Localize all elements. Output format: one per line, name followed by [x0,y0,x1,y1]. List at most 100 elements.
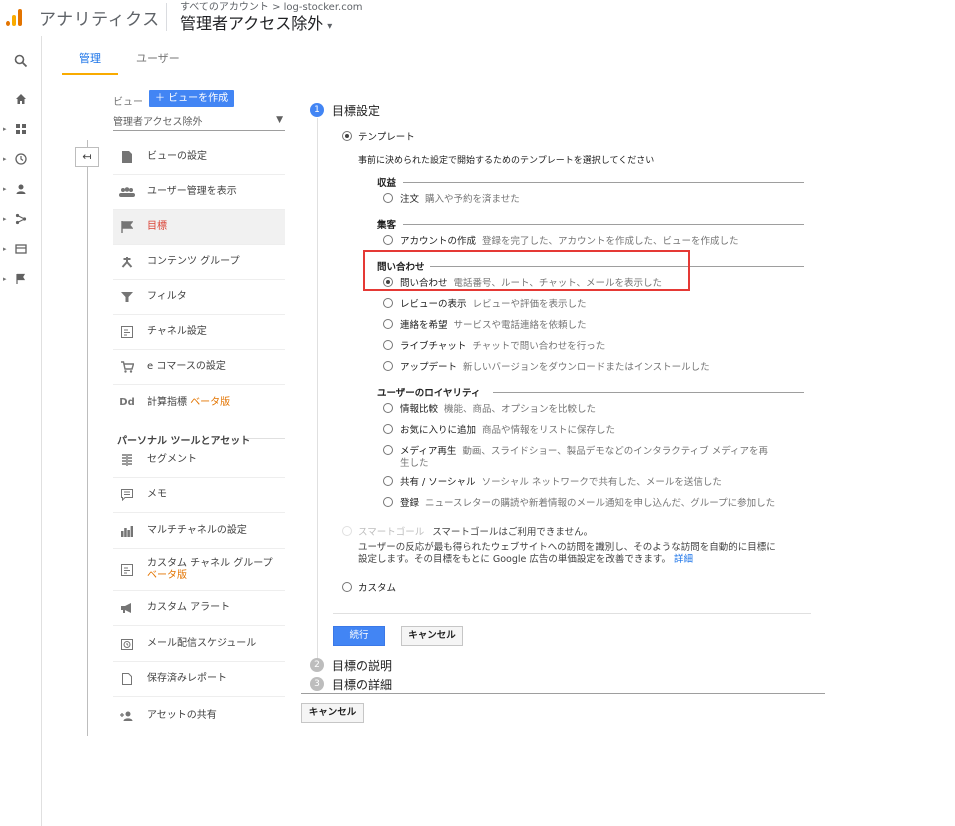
option-radio[interactable] [383,403,393,413]
option-radio[interactable] [383,476,393,486]
option-desc: 登録を完了した、アカウントを作成した、ビューを作成した [482,236,739,247]
option-radio[interactable] [383,445,393,455]
learn-more-link[interactable]: 詳細 [674,554,693,565]
menu-item-label: 計算指標 ベータ版 [147,397,230,409]
smart-goal-status: スマートゴールはご利用できません。 [432,527,594,538]
option-favorite[interactable]: お気に入りに追加 商品や情報をリストに保存した [400,422,615,436]
option-label: お気に入りに追加 [400,425,477,436]
search-icon[interactable] [0,47,42,75]
flag-icon[interactable] [0,265,42,293]
person-icon[interactable] [0,175,42,203]
add-person-icon [119,708,135,724]
menu-item-segments[interactable]: セグメント [113,443,285,478]
dd-icon: Dd [119,397,135,408]
menu-item-annotations[interactable]: メモ [113,478,285,513]
step-3-badge: 3 [310,677,324,691]
column-connector-line [87,140,88,736]
chevron-down-icon: ▾ [327,21,333,32]
menu-item-channel-settings[interactable]: チャネル設定 [113,315,285,350]
menu-item-custom-channel-group[interactable]: カスタム チャネル グループ ベータ版 [113,549,285,591]
group-loyalty-title: ユーザーのロイヤリティ [377,388,481,399]
view-selector[interactable]: 管理者アクセス除外 ▾ [180,10,332,34]
home-icon[interactable] [0,85,42,113]
option-sign-up[interactable]: 登録 ニュースレターの購読や新着情報のメール通知を申し込んだ、グループに参加した [400,495,775,509]
option-media-play[interactable]: メディア再生 動画、スライドショー、製品デモなどのインタラクティブ メディアを再 [400,443,768,457]
smart-goal-radio [342,526,352,536]
menu-item-label: ユーザー管理を表示 [147,186,237,197]
step-2-title: 目標の説明 [332,659,393,673]
menu-item-filters[interactable]: フィルタ [113,280,285,315]
option-desc: 機能、商品、オプションを比較した [444,404,597,415]
tab-admin[interactable]: 管理 [79,50,101,66]
doc-icon [119,149,135,165]
smart-goal-desc-text: 設定します。その目標をもとに Google 広告の単価設定を改善できます。 [358,554,671,565]
menu-item-label: マルチチャネルの設定 [147,525,247,536]
menu-item-scheduled-emails[interactable]: メール配信スケジュール [113,627,285,662]
menu-item-user-management[interactable]: ユーザー管理を表示 [113,175,285,210]
option-read-reviews[interactable]: レビューの表示 レビューや評価を表示した [400,296,587,310]
template-radio[interactable] [342,131,352,141]
menu-item-label: チャネル設定 [147,326,207,337]
option-radio[interactable] [383,340,393,350]
template-description: 事前に決められた設定で開始するためのテンプレートを選択してください [358,156,655,166]
cancel-button[interactable]: キャンセル [401,626,463,646]
option-radio[interactable] [383,497,393,507]
step-2-badge: 2 [310,658,324,672]
users-icon [119,184,135,200]
group-acquisition-title: 集客 [377,220,397,231]
menu-item-text: カスタム チャネル グループ [147,557,273,569]
option-update[interactable]: アップデート 新しいバージョンをダウンロードまたはインストールした [400,359,710,373]
option-order[interactable]: 注文 購入や予約を済ませた [400,191,520,205]
left-rail: ▸ ▸ ▸ ▸ ▸ ▸ [0,36,42,826]
option-compare[interactable]: 情報比較 機能、商品、オプションを比較した [400,401,596,415]
menu-item-text: 計算指標 [147,396,187,408]
channel-group-icon [119,562,135,578]
option-radio[interactable] [383,235,393,245]
menu-item-goals[interactable]: 目標 [113,210,285,245]
step-1-badge: 1 [310,103,324,117]
option-radio[interactable] [383,298,393,308]
menu-item-label: 目標 [147,221,167,232]
window-icon[interactable] [0,235,42,263]
option-radio[interactable] [383,319,393,329]
share-icon[interactable] [0,205,42,233]
menu-item-view-settings[interactable]: ビューの設定 [113,140,285,175]
filter-icon [119,289,135,305]
divider [333,613,811,614]
option-radio[interactable] [383,361,393,371]
option-desc: 商品や情報をリストに保存した [482,425,616,436]
view-select-dropdown[interactable]: 管理者アクセス除外 ▼ [113,113,285,131]
template-label: テンプレート [358,132,415,143]
smart-goal-desc-line2: 設定します。その目標をもとに Google 広告の単価設定を改善できます。 詳細 [358,551,693,565]
steps-rail [317,118,318,664]
view-column-label: ビュー [113,97,143,108]
continue-button[interactable]: 続行 [333,626,385,646]
analytics-logo-icon[interactable] [6,8,24,26]
menu-item-content-grouping[interactable]: コンテンツ グループ [113,245,285,280]
menu-item-share-assets[interactable]: アセットの共有 [113,698,285,733]
option-live-chat[interactable]: ライブチャット チャットで問い合わせを行った [400,338,605,352]
tab-user[interactable]: ユーザー [136,50,180,66]
option-label: 登録 [400,498,420,509]
menu-item-multichannel[interactable]: マルチチャネルの設定 [113,514,285,549]
menu-item-custom-alerts[interactable]: カスタム アラート [113,591,285,626]
custom-radio[interactable] [342,582,352,592]
dashboard-icon[interactable] [0,115,42,143]
menu-item-calculated-metrics[interactable]: Dd 計算指標 ベータ版 [113,385,285,420]
back-arrow-icon[interactable]: ↤ [75,147,99,167]
create-view-button[interactable]: ＋ ビューを作成 [149,90,235,107]
custom-label: カスタム [358,583,397,594]
option-radio[interactable] [383,424,393,434]
clock-icon[interactable] [0,145,42,173]
option-create-account[interactable]: アカウントの作成 登録を完了した、アカウントを作成した、ビューを作成した [400,233,739,247]
option-label: アップデート [400,362,458,373]
menu-item-saved-reports[interactable]: 保存済みレポート [113,662,285,697]
bottom-cancel-button[interactable]: キャンセル [301,703,364,723]
option-radio[interactable] [383,193,393,203]
menu-item-ecommerce[interactable]: e コマースの設定 [113,350,285,385]
option-share-social[interactable]: 共有 / ソーシャル ソーシャル ネットワークで共有した、メールを送信した [400,474,722,488]
flag-icon [119,219,135,235]
app-title: アナリティクス [39,10,160,30]
option-callback[interactable]: 連絡を希望 サービスや電話連絡を依頼した [400,317,587,331]
option-label: アカウントの作成 [400,236,477,247]
